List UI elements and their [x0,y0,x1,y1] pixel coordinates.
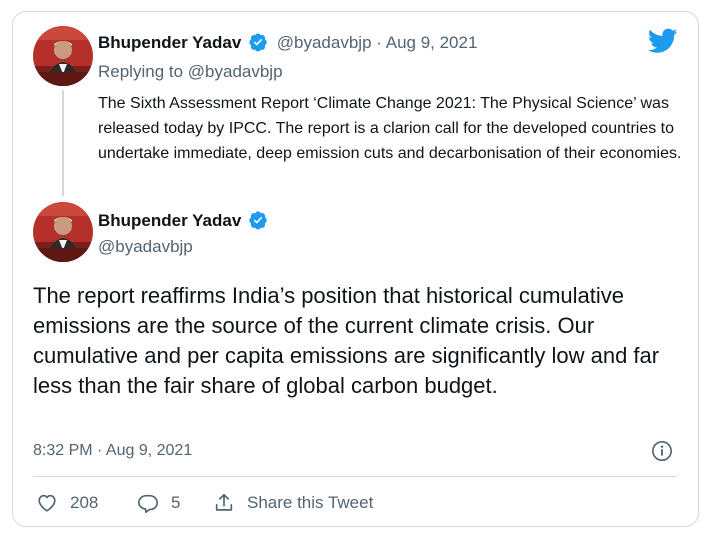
parent-tweet-header: Bhupender Yadav @byadavbjp · Aug 9, 2021 [98,32,477,53]
verified-badge-icon [249,211,267,230]
author-handle[interactable]: @byadavbjp [277,33,372,52]
info-icon[interactable] [651,440,673,462]
reply-count: 5 [171,493,181,512]
divider [33,476,677,477]
author-name[interactable]: Bhupender Yadav [98,33,241,52]
author-handle[interactable]: @byadavbjp [98,237,193,257]
share-button[interactable]: Share this Tweet [213,491,373,515]
parent-tweet-text: The Sixth Assessment Report ‘Climate Cha… [98,95,682,162]
like-button[interactable]: 208 [36,491,98,515]
twitter-logo-icon[interactable] [648,28,678,54]
separator-dot: · [376,33,382,52]
heart-icon [38,494,56,512]
reply-button[interactable]: 5 [137,491,180,515]
share-icon [215,493,233,511]
tweet-date[interactable]: Aug 9, 2021 [386,33,478,52]
replying-to-label[interactable]: Replying to @byadavbjp [98,62,283,82]
tweet-timestamp[interactable]: 8:32 PM · Aug 9, 2021 [33,442,192,460]
like-count: 208 [70,493,99,512]
author-name[interactable]: Bhupender Yadav [98,210,268,231]
reply-icon [138,494,158,513]
main-tweet-text: The report reaffirms India’s position th… [33,283,660,398]
avatar[interactable] [33,202,93,262]
share-label: Share this Tweet [247,493,374,512]
author-name-label[interactable]: Bhupender Yadav [98,211,241,230]
thread-connector-line [62,90,64,196]
avatar[interactable] [33,26,93,86]
verified-badge-icon [249,33,267,52]
